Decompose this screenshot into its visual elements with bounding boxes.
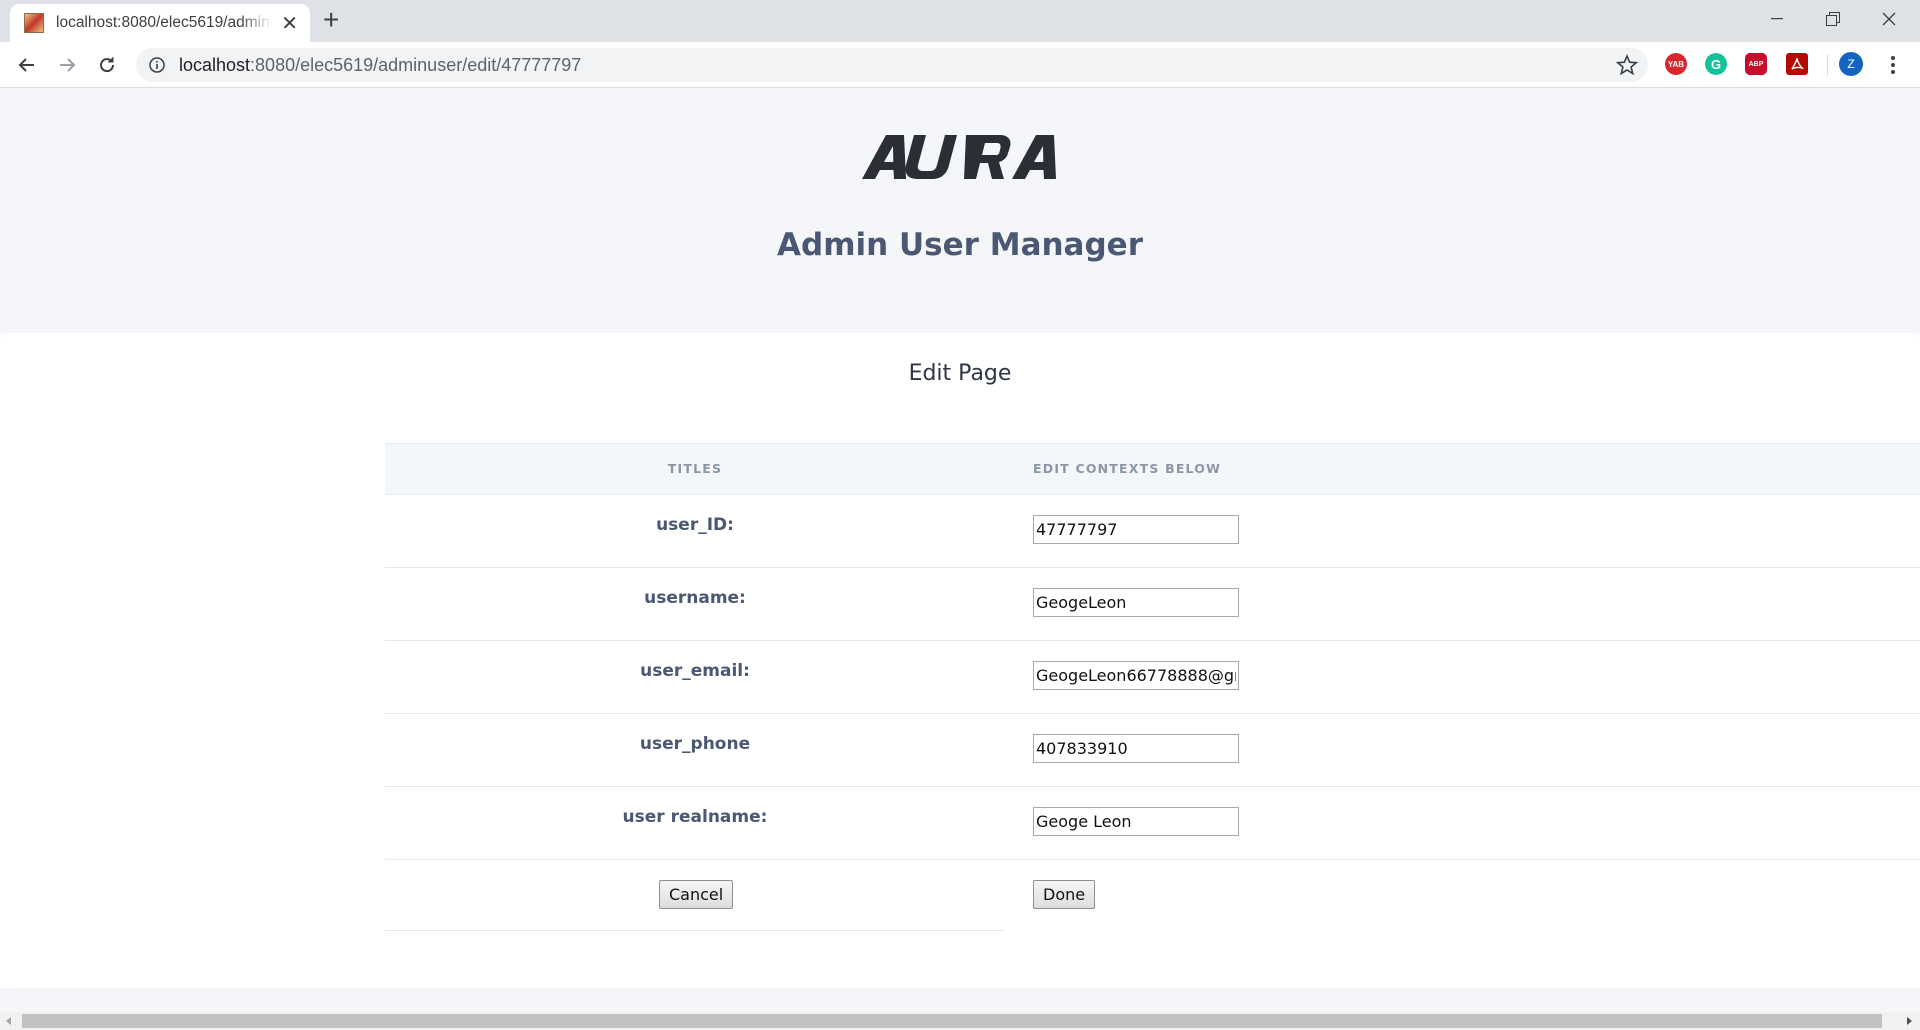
reload-icon[interactable] — [91, 49, 123, 81]
restore-window-icon[interactable] — [1813, 4, 1853, 34]
card-title: Edit Page — [908, 361, 1012, 386]
table-row-user-phone: user_phone — [385, 714, 1920, 787]
extension-grammarly-icon[interactable]: G — [1705, 53, 1727, 75]
cancel-button[interactable]: Cancel — [659, 880, 734, 909]
user-phone-label: user_phone — [639, 734, 751, 754]
user-realname-input[interactable] — [1033, 807, 1239, 836]
user-realname-label: user realname: — [622, 807, 768, 827]
user-phone-input[interactable] — [1033, 734, 1239, 763]
scroll-left-arrow-icon[interactable] — [6, 1017, 11, 1025]
back-arrow-icon[interactable] — [11, 49, 43, 81]
site-info-icon[interactable] — [148, 56, 166, 74]
table-row-user-id: user_ID: — [385, 495, 1920, 568]
close-tab-icon[interactable]: ✕ — [281, 13, 298, 33]
browser-menu-icon[interactable] — [1883, 52, 1903, 78]
profile-avatar[interactable]: Z — [1839, 52, 1863, 76]
table-row-username: username: — [385, 568, 1920, 641]
user-id-input[interactable] — [1033, 515, 1239, 544]
extension-adblock-icon[interactable]: ABP — [1745, 53, 1767, 75]
browser-toolbar: localhost:8080/elec5619/adminuser/edit/4… — [0, 42, 1920, 88]
done-button[interactable]: Done — [1033, 880, 1096, 909]
table-row-user-email: user_email: — [385, 641, 1920, 714]
page-favicon-icon — [24, 13, 44, 33]
page-title: Admin User Manager — [777, 227, 1143, 263]
username-label: username: — [644, 588, 746, 608]
column-header-titles: TITLES — [667, 461, 723, 476]
minimize-window-icon[interactable] — [1757, 4, 1797, 34]
username-input[interactable] — [1033, 588, 1239, 617]
address-bar[interactable]: localhost:8080/elec5619/adminuser/edit/4… — [136, 48, 1648, 82]
user-email-input[interactable] — [1033, 661, 1239, 690]
aura-logo — [862, 135, 1056, 179]
page-header: Admin User Manager — [0, 89, 1920, 331]
url-text: localhost:8080/elec5619/adminuser/edit/4… — [179, 54, 582, 75]
extension-yab-icon[interactable]: YAB — [1665, 53, 1687, 75]
column-header-edit: EDIT CONTEXTS BELOW — [1033, 461, 1222, 476]
row-divider — [385, 930, 1005, 931]
tab-strip: localhost:8080/elec5619/adminuser/edit/4… — [0, 0, 1920, 42]
bookmark-star-icon[interactable] — [1615, 53, 1639, 80]
toolbar-divider — [1827, 54, 1828, 76]
table-row-actions: Cancel Done — [385, 860, 1920, 931]
browser-tab[interactable]: localhost:8080/elec5619/adminuser/edit/4… — [10, 4, 310, 42]
horizontal-scrollbar[interactable] — [0, 1012, 1920, 1030]
edit-table: TITLES EDIT CONTEXTS BELOW user_ID: user… — [385, 443, 1920, 931]
user-id-label: user_ID: — [656, 515, 734, 535]
table-header: TITLES EDIT CONTEXTS BELOW — [385, 443, 1920, 495]
close-window-icon[interactable] — [1869, 4, 1909, 34]
scroll-right-arrow-icon[interactable] — [1907, 1017, 1912, 1025]
table-row-user-realname: user realname: — [385, 787, 1920, 860]
extension-pdf-icon[interactable] — [1786, 53, 1808, 75]
scrollbar-thumb[interactable] — [22, 1014, 1882, 1028]
forward-arrow-icon[interactable] — [51, 49, 83, 81]
edit-card: Edit Page TITLES EDIT CONTEXTS BELOW use… — [0, 333, 1920, 988]
tab-title: localhost:8080/elec5619/adminuser/edit/4… — [56, 14, 272, 31]
user-email-label: user_email: — [640, 661, 750, 681]
new-tab-icon[interactable]: + — [323, 6, 339, 34]
